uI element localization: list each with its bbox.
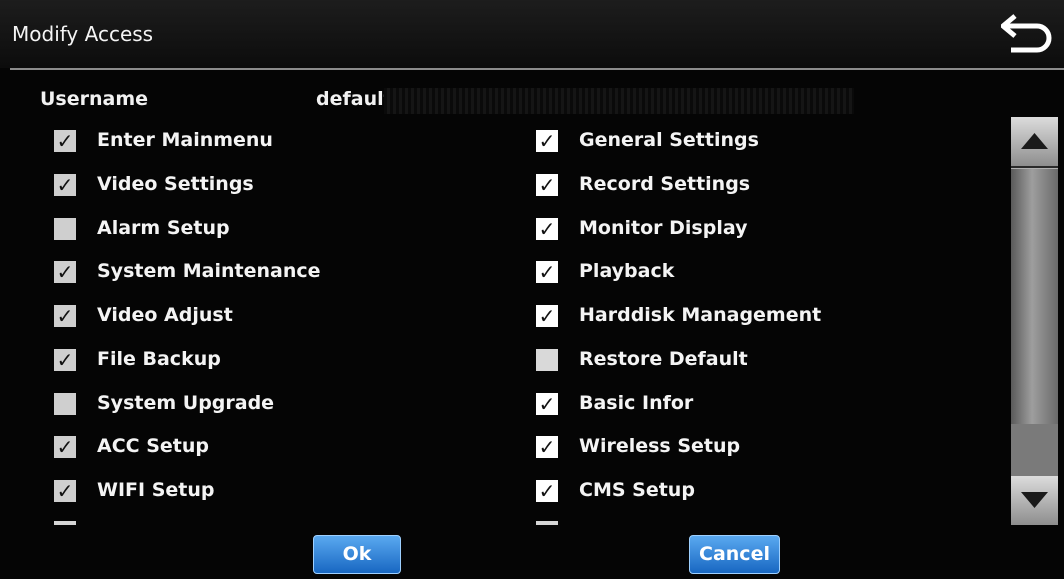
checkbox[interactable]: ✓ <box>536 218 558 240</box>
checkbox[interactable]: ✓ <box>536 261 558 283</box>
username-label: Username <box>40 88 149 110</box>
perm-label: Playback <box>579 260 675 282</box>
checkbox[interactable]: ✓ <box>536 174 558 196</box>
checkbox[interactable]: ✓ <box>54 130 76 152</box>
ok-button[interactable]: Ok <box>313 535 401 574</box>
scroll-down-icon <box>1021 492 1048 508</box>
perm-label: ACC Setup <box>97 435 209 457</box>
perm-label: Video Adjust <box>97 304 233 326</box>
cancel-button[interactable]: Cancel <box>689 535 780 574</box>
checkbox[interactable]: ✓ <box>536 436 558 458</box>
scrollbar[interactable] <box>1011 117 1058 525</box>
checkbox-partial <box>54 521 76 525</box>
perm-label: Harddisk Management <box>579 304 822 326</box>
checkbox[interactable]: ✓ <box>54 436 76 458</box>
perm-label: Monitor Display <box>579 217 748 239</box>
perm-label: Record Settings <box>579 173 751 195</box>
checkbox[interactable]: ✓ <box>54 305 76 327</box>
perm-label: Basic Infor <box>579 392 694 414</box>
checkbox[interactable]: ✓ <box>536 393 558 415</box>
title-bar: Modify Access <box>0 0 1064 68</box>
checkbox[interactable] <box>54 393 76 415</box>
checkbox[interactable]: ✓ <box>54 480 76 502</box>
back-arrow-icon[interactable] <box>1001 10 1057 60</box>
perm-label: CMS Setup <box>579 479 695 501</box>
perm-label: WIFI Setup <box>97 479 215 501</box>
page-title: Modify Access <box>12 22 154 46</box>
scroll-up-icon <box>1021 133 1048 149</box>
perm-label: General Settings <box>579 129 759 151</box>
checkbox[interactable]: ✓ <box>536 130 558 152</box>
title-divider <box>10 68 1064 70</box>
perm-label: Video Settings <box>97 173 254 195</box>
checkbox[interactable]: ✓ <box>536 305 558 327</box>
perm-label: Restore Default <box>579 348 748 370</box>
checkbox[interactable] <box>536 349 558 371</box>
perm-label: Alarm Setup <box>97 217 230 239</box>
scroll-up-button[interactable] <box>1011 117 1058 166</box>
checkbox[interactable] <box>54 218 76 240</box>
scroll-track[interactable] <box>1011 424 1058 476</box>
checkbox[interactable]: ✓ <box>54 261 76 283</box>
checkbox-partial <box>536 521 558 525</box>
perm-label: Enter Mainmenu <box>97 129 273 151</box>
scroll-down-button[interactable] <box>1011 476 1058 525</box>
checkbox[interactable]: ✓ <box>536 480 558 502</box>
checkbox[interactable]: ✓ <box>54 174 76 196</box>
checkbox[interactable]: ✓ <box>54 349 76 371</box>
perm-label: System Maintenance <box>97 260 321 282</box>
perm-label: System Upgrade <box>97 392 275 414</box>
username-value: default <box>316 88 393 110</box>
username-field <box>384 88 854 114</box>
perm-label: Wireless Setup <box>579 435 741 457</box>
perm-label: File Backup <box>97 348 221 370</box>
